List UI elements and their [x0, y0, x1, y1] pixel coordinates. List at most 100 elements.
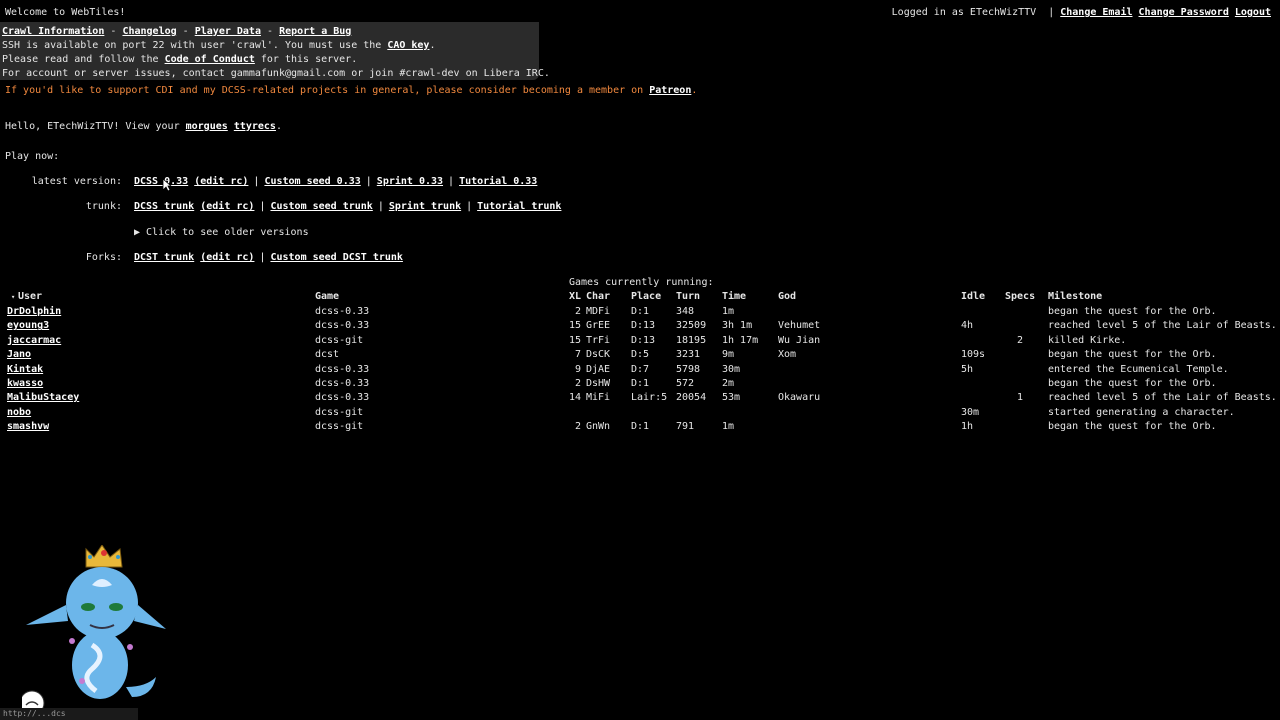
- change-password-link[interactable]: Change Password: [1139, 7, 1229, 18]
- cell-user[interactable]: MalibuStacey: [7, 391, 79, 404]
- sprint-trunk-link[interactable]: Sprint trunk: [389, 201, 461, 212]
- patreon-link[interactable]: Patreon: [649, 85, 691, 96]
- custom-seed-trunk-link[interactable]: Custom seed trunk: [270, 201, 372, 212]
- cell-xl: 2: [574, 306, 581, 317]
- cell-idle: 4h: [961, 320, 974, 332]
- column-header-god[interactable]: God: [778, 290, 796, 303]
- greeting: Hello, ETechWizTTV! View your morgues tt…: [5, 121, 282, 132]
- cell-game: dcss-0.33: [315, 306, 370, 317]
- cell-milestone: killed Kirke.: [1048, 334, 1127, 346]
- cell-xl: 15: [569, 320, 582, 332]
- player-data-link[interactable]: Player Data: [195, 26, 261, 37]
- cell-user[interactable]: smashvw: [7, 420, 49, 433]
- cell-user[interactable]: Jano: [7, 348, 31, 361]
- cell-place: D:1: [631, 378, 650, 389]
- logged-in-text: Logged in as ETechWizTTV: [891, 7, 1037, 18]
- cell-game: dcst: [315, 349, 340, 361]
- cell-user[interactable]: jaccarmac: [7, 334, 61, 347]
- changelog-link[interactable]: Changelog: [122, 26, 176, 37]
- logout-link[interactable]: Logout: [1235, 7, 1271, 18]
- column-header-milestone[interactable]: Milestone: [1048, 290, 1102, 303]
- change-email-link[interactable]: Change Email: [1060, 7, 1132, 18]
- cell-xl: 2: [574, 378, 581, 389]
- cell-user[interactable]: kwasso: [7, 377, 43, 390]
- cell-user[interactable]: Kintak: [7, 363, 43, 376]
- contact-info: For account or server issues, contact ga…: [2, 68, 550, 79]
- games-caption: Games currently running:: [569, 277, 714, 288]
- column-header-game[interactable]: Game: [315, 290, 339, 303]
- cell-place: D:1: [631, 306, 650, 317]
- cell-game: dcss-git: [315, 334, 364, 346]
- cell-char: GnWn: [586, 421, 611, 433]
- patreon-notice: If you'd like to support CDI and my DCSS…: [5, 85, 698, 96]
- edit-rc-dcst-link[interactable]: (edit rc): [200, 252, 254, 263]
- cell-god: Xom: [778, 349, 797, 361]
- column-header-xl[interactable]: XL: [569, 290, 581, 303]
- crawl-information-link[interactable]: Crawl Information: [2, 26, 104, 37]
- ttyrecs-link[interactable]: ttyrecs: [234, 121, 276, 132]
- edit-rc-latest-link[interactable]: (edit rc): [194, 176, 248, 187]
- cell-turn: 791: [676, 421, 695, 433]
- tutorial-trunk-link[interactable]: Tutorial trunk: [477, 201, 561, 212]
- cell-place: D:1: [631, 421, 650, 433]
- column-header-turn[interactable]: Turn: [676, 290, 700, 303]
- report-bug-link[interactable]: Report a Bug: [279, 26, 351, 37]
- cell-char: DsHW: [586, 378, 611, 389]
- cell-char: DsCK: [586, 349, 611, 361]
- cell-turn: 348: [676, 306, 695, 317]
- cell-user[interactable]: eyoung3: [7, 319, 49, 332]
- cell-place: D:13: [631, 320, 656, 332]
- cell-time: 1m: [722, 421, 735, 433]
- cao-key-link[interactable]: CAO key: [387, 40, 429, 51]
- cell-game: dcss-git: [315, 421, 364, 433]
- column-header-idle[interactable]: Idle: [961, 290, 985, 303]
- cell-milestone: began the quest for the Orb.: [1048, 349, 1217, 361]
- sprint-latest-link[interactable]: Sprint 0.33: [377, 176, 443, 187]
- cell-milestone: reached level 5 of the Lair of Beasts.: [1048, 392, 1277, 404]
- cell-milestone: entered the Ecumenical Temple.: [1048, 363, 1229, 375]
- older-versions-toggle[interactable]: ▶ Click to see older versions: [134, 226, 309, 239]
- tutorial-latest-link[interactable]: Tutorial 0.33: [459, 176, 537, 187]
- morgues-link[interactable]: morgues: [186, 121, 228, 132]
- column-header-place[interactable]: Place: [631, 290, 661, 303]
- play-now-heading: Play now:: [5, 151, 60, 162]
- cell-idle: 5h: [961, 363, 974, 375]
- play-dcst-trunk-link[interactable]: DCST trunk: [134, 252, 194, 263]
- cell-place: Lair:5: [631, 392, 668, 404]
- cell-god: Okawaru: [778, 392, 821, 404]
- column-header-time[interactable]: Time: [722, 290, 746, 303]
- cell-god: Wu Jian: [778, 334, 821, 346]
- cell-char: MiFi: [586, 392, 611, 404]
- ssh-info: SSH is available on port 22 with user 'c…: [2, 40, 436, 51]
- play-dcss-trunk-link[interactable]: DCSS trunk: [134, 201, 194, 212]
- custom-seed-latest-link[interactable]: Custom seed 0.33: [264, 176, 360, 187]
- cell-turn: 18195: [676, 334, 707, 346]
- mascot-image: [22, 545, 166, 715]
- cell-god: Vehumet: [778, 320, 821, 332]
- cell-turn: 32509: [676, 320, 707, 332]
- cell-milestone: reached level 5 of the Lair of Beasts.: [1048, 320, 1277, 332]
- cell-user[interactable]: nobo: [7, 406, 31, 419]
- cell-xl: 15: [569, 334, 582, 346]
- cell-time: 1h 17m: [722, 334, 759, 346]
- mouse-cursor-icon: [162, 178, 172, 192]
- latest-version-links: DCSS 0.33 (edit rc) | Custom seed 0.33 | Spr…: [134, 176, 538, 187]
- cell-turn: 20054: [676, 392, 707, 404]
- cell-specs: 1: [1016, 392, 1024, 404]
- cell-time: 3h 1m: [722, 320, 753, 332]
- column-header-specs[interactable]: Specs: [1005, 290, 1035, 303]
- cell-milestone: began the quest for the Orb.: [1048, 421, 1217, 433]
- column-header-user[interactable]: User: [18, 290, 42, 303]
- custom-seed-dcst-link[interactable]: Custom seed DCST trunk: [270, 252, 402, 263]
- cell-place: D:5: [631, 349, 650, 361]
- forks-links: DCST trunk (edit rc) | Custom seed DCST tr…: [134, 252, 403, 263]
- cell-char: MDFi: [586, 306, 611, 317]
- cell-user[interactable]: DrDolphin: [7, 305, 61, 318]
- column-header-char[interactable]: Char: [586, 290, 610, 303]
- cell-char: TrFi: [586, 334, 611, 346]
- cell-turn: 3231: [676, 349, 701, 361]
- cell-game: dcss-0.33: [315, 378, 370, 389]
- cell-game: dcss-0.33: [315, 320, 370, 332]
- code-of-conduct-link[interactable]: Code of Conduct: [165, 54, 255, 65]
- edit-rc-trunk-link[interactable]: (edit rc): [200, 201, 254, 212]
